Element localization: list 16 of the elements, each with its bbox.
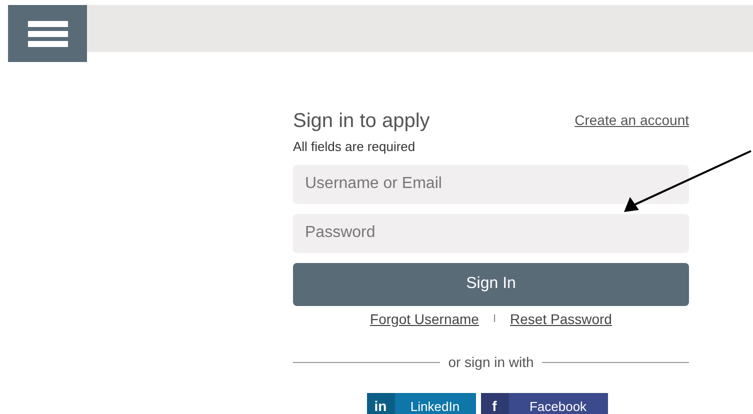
link-separator: I xyxy=(492,312,496,327)
facebook-button[interactable]: f Facebook xyxy=(480,392,608,414)
menu-icon xyxy=(28,18,68,48)
brand-icon: f xyxy=(480,392,508,414)
menu-button[interactable] xyxy=(8,5,87,62)
input-field[interactable]: Username or Email xyxy=(293,164,689,204)
reset-password-link[interactable]: Reset Password xyxy=(510,308,612,330)
sign-in-button[interactable]: Sign In xyxy=(293,262,689,306)
input-field[interactable]: Password xyxy=(293,214,689,252)
forgot-username-link[interactable]: Forgot Username xyxy=(370,308,479,330)
brand-icon: in xyxy=(366,392,394,414)
divider-text: or sign in with xyxy=(448,352,534,372)
linkedin-button[interactable]: in LinkedIn xyxy=(366,392,476,414)
create-account-link[interactable]: Create an account xyxy=(574,110,689,131)
required-note: All fields are required xyxy=(293,138,416,156)
form-title: Sign in to apply xyxy=(293,109,430,133)
